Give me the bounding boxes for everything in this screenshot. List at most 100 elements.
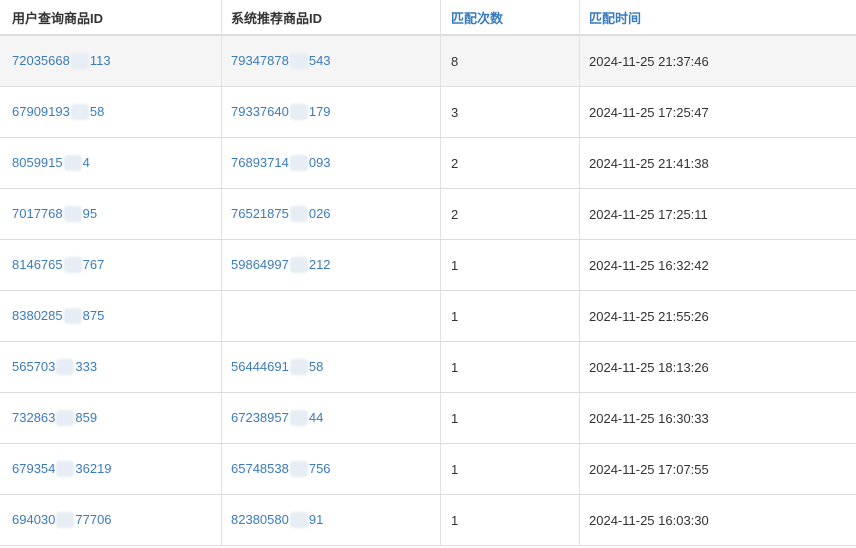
system-rec-id-cell: 59864997 212 — [222, 240, 441, 290]
system-rec-id-cell: 79347878 543 — [222, 36, 441, 86]
column-header-match-count[interactable]: 匹配次数 — [441, 0, 580, 34]
match-count-cell: 1 — [441, 291, 580, 341]
system-rec-id-cell-link[interactable]: 76521875 026 — [231, 206, 331, 223]
redaction-blur — [56, 359, 75, 376]
match-count-cell: 3 — [441, 87, 580, 137]
id-suffix: 875 — [82, 307, 105, 323]
redaction-blur — [63, 206, 82, 223]
id-suffix: 179 — [308, 103, 331, 119]
column-header-match-time[interactable]: 匹配时间 — [580, 0, 856, 34]
user-query-id-cell: 694030 77706 — [0, 495, 222, 545]
match-time-cell: 2024-11-25 21:37:46 — [589, 53, 709, 69]
id-suffix: 212 — [308, 256, 331, 272]
user-query-id-cell-link[interactable]: 7017768 95 — [12, 206, 97, 223]
system-rec-id-cell-link[interactable]: 67238957 44 — [231, 410, 323, 427]
user-query-id-cell-link[interactable]: 679354 36219 — [12, 461, 112, 478]
id-prefix: 694030 — [12, 511, 56, 527]
redaction-blur — [289, 512, 308, 529]
system-rec-id-cell-link[interactable]: 79337640 179 — [231, 104, 331, 121]
table-row: 67909193 58 79337640 179 3 2024-11-25 17:25:4… — [0, 87, 856, 138]
system-rec-id-cell-link[interactable]: 65748538 756 — [231, 461, 331, 478]
id-prefix: 8059915 — [12, 154, 63, 170]
redaction-blur — [289, 206, 308, 223]
id-suffix: 44 — [308, 409, 324, 425]
redaction-blur — [289, 257, 308, 274]
system-rec-id-cell: 56444691 58 — [222, 342, 441, 392]
user-query-id-cell-link[interactable]: 72035668 113 — [12, 53, 111, 70]
user-query-id-cell-link[interactable]: 565703 333 — [12, 359, 97, 376]
system-rec-id-cell-link[interactable]: 59864997 212 — [231, 257, 331, 274]
system-rec-id-cell-link[interactable]: 56444691 58 — [231, 359, 323, 376]
column-header-system-rec-id: 系统推荐商品ID — [222, 0, 441, 34]
match-results-table: 用户查询商品ID 系统推荐商品ID 匹配次数 匹配时间 72035668 113 7… — [0, 0, 856, 546]
table-body: 72035668 113 79347878 543 8 2024-11-25 21:37:… — [0, 36, 856, 546]
user-query-id-cell: 8380285 875 — [0, 291, 222, 341]
redaction-blur — [70, 53, 89, 70]
id-prefix: 79337640 — [231, 103, 289, 119]
match-count-cell: 1 — [441, 444, 580, 494]
id-prefix: 59864997 — [231, 256, 289, 272]
system-rec-id-cell-link[interactable]: 82380580 91 — [231, 512, 323, 529]
system-rec-id-cell: 82380580 91 — [222, 495, 441, 545]
user-query-id-cell-link[interactable]: 8380285 875 — [12, 308, 104, 325]
redaction-blur — [56, 512, 75, 529]
id-prefix: 8380285 — [12, 307, 63, 323]
table-header: 用户查询商品ID 系统推荐商品ID 匹配次数 匹配时间 — [0, 0, 856, 36]
user-query-id-cell: 8059915 4 — [0, 138, 222, 188]
redaction-blur — [63, 308, 82, 325]
redaction-blur — [289, 461, 308, 478]
redaction-blur — [289, 410, 308, 427]
id-suffix: 95 — [82, 205, 98, 221]
redaction-blur — [56, 461, 75, 478]
id-prefix: 76521875 — [231, 205, 289, 221]
user-query-id-cell-link[interactable]: 67909193 58 — [12, 104, 104, 121]
user-query-id-cell: 7017768 95 — [0, 189, 222, 239]
match-count-cell: 1 — [441, 393, 580, 443]
user-query-id-cell-link[interactable]: 694030 77706 — [12, 512, 112, 529]
system-rec-id-cell-link[interactable]: 76893714 093 — [231, 155, 331, 172]
system-rec-id-cell — [222, 291, 441, 341]
id-prefix: 65748538 — [231, 460, 289, 476]
table-row: 679354 36219 65748538 756 1 2024-11-25 17:07:… — [0, 444, 856, 495]
id-prefix: 679354 — [12, 460, 56, 476]
id-suffix: 333 — [75, 358, 98, 374]
system-rec-id-cell: 67238957 44 — [222, 393, 441, 443]
user-query-id-cell: 679354 36219 — [0, 444, 222, 494]
match-count-cell: 1 — [441, 495, 580, 545]
user-query-id-cell-link[interactable]: 732863 859 — [12, 410, 97, 427]
id-suffix: 756 — [308, 460, 331, 476]
user-query-id-cell: 732863 859 — [0, 393, 222, 443]
system-rec-id-cell-link[interactable]: 79347878 543 — [231, 53, 331, 70]
redaction-blur — [56, 410, 75, 427]
id-suffix: 543 — [308, 52, 331, 68]
table-row: 8059915 4 76893714 093 2 2024-11-25 21:41:38 — [0, 138, 856, 189]
id-prefix: 72035668 — [12, 52, 70, 68]
match-time-cell: 2024-11-25 16:30:33 — [589, 410, 709, 426]
id-suffix: 767 — [82, 256, 105, 272]
id-prefix: 565703 — [12, 358, 56, 374]
id-prefix: 8146765 — [12, 256, 63, 272]
user-query-id-cell-link[interactable]: 8146765 767 — [12, 257, 104, 274]
id-prefix: 79347878 — [231, 52, 289, 68]
match-time-cell: 2024-11-25 16:03:30 — [589, 512, 709, 528]
id-prefix: 76893714 — [231, 154, 289, 170]
match-time-cell: 2024-11-25 18:13:26 — [589, 359, 709, 375]
redaction-blur — [63, 257, 82, 274]
id-suffix: 859 — [75, 409, 98, 425]
user-query-id-cell: 8146765 767 — [0, 240, 222, 290]
id-prefix: 67909193 — [12, 103, 70, 119]
id-suffix: 113 — [89, 52, 111, 68]
redaction-blur — [70, 104, 89, 121]
table-row: 7017768 95 76521875 026 2 2024-11-25 17:25:11 — [0, 189, 856, 240]
user-query-id-cell-link[interactable]: 8059915 4 — [12, 155, 90, 172]
match-count-cell: 2 — [441, 138, 580, 188]
id-suffix: 093 — [308, 154, 331, 170]
match-time-cell: 2024-11-25 17:25:11 — [589, 206, 708, 222]
id-prefix: 56444691 — [231, 358, 289, 374]
match-count-cell: 2 — [441, 189, 580, 239]
system-rec-id-cell: 65748538 756 — [222, 444, 441, 494]
match-count-cell: 1 — [441, 342, 580, 392]
match-count-cell: 8 — [441, 36, 580, 86]
redaction-blur — [289, 104, 308, 121]
table-row: 694030 77706 82380580 91 1 2024-11-25 16:03:3… — [0, 495, 856, 546]
